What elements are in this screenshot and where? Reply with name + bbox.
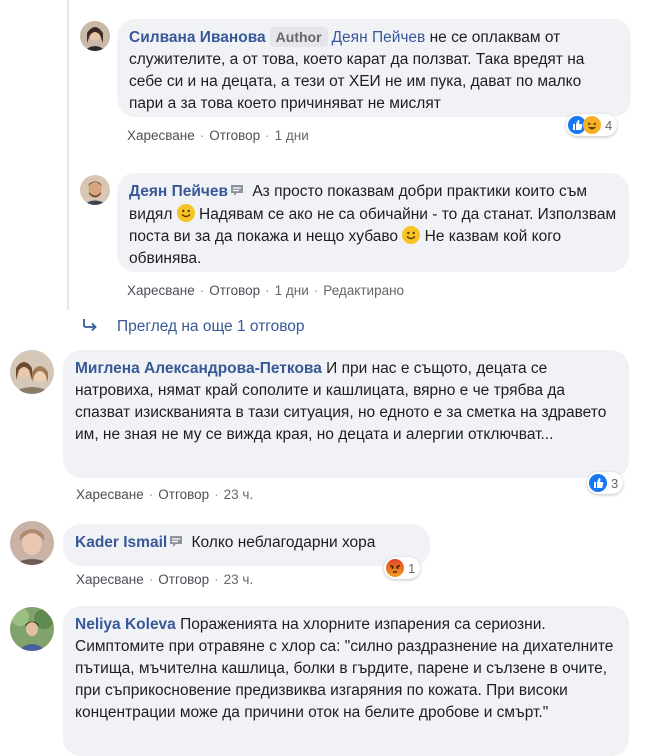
comment-actions: Харесване · Отговор · 23 ч. — [76, 572, 254, 587]
message-icon — [230, 182, 244, 204]
timestamp[interactable]: 1 дни — [275, 128, 309, 143]
reply-arrow-icon — [82, 318, 98, 337]
mention-link[interactable]: Деян Пейчев — [332, 29, 426, 46]
comment-actions: Харесване · Отговор · 23 ч. — [76, 487, 254, 502]
author-badge: Author — [269, 27, 328, 47]
comment-author[interactable]: Миглена Александрова-Петкова — [75, 360, 322, 377]
comment-author[interactable]: Деян Пейчев — [129, 183, 228, 200]
reply-link[interactable]: Отговор — [209, 128, 260, 143]
comment-author[interactable]: Kader Ismail — [75, 534, 167, 551]
angry-icon — [386, 559, 404, 577]
like-link[interactable]: Харесване — [127, 283, 195, 298]
reply-link[interactable]: Отговор — [158, 572, 209, 587]
message-icon — [169, 533, 183, 555]
reply-link[interactable]: Отговор — [158, 487, 209, 502]
avatar[interactable] — [80, 21, 110, 51]
comment-bubble: Kader Ismail Колко неблагодарни хора — [63, 524, 430, 566]
timestamp[interactable]: 23 ч. — [224, 487, 254, 502]
comment-bubble: Силвана Иванова Author Деян Пейчев не се о… — [117, 19, 631, 117]
like-link[interactable]: Харесване — [76, 572, 144, 587]
reaction-count: 3 — [611, 475, 619, 491]
comment-bubble: Деян Пейчев Аз просто показвам добри пра… — [117, 173, 629, 272]
reply-thread-line — [67, 0, 69, 310]
comment-bubble: Neliya Koleva Пораженията на хлорните из… — [63, 606, 629, 756]
reply-link[interactable]: Отговор — [209, 283, 260, 298]
view-more-replies-link[interactable]: Преглед на още 1 отговор — [117, 318, 305, 336]
comment-text: Колко неблагодарни хора — [187, 534, 376, 551]
reaction-count: 1 — [408, 560, 416, 576]
reactions-summary[interactable]: 1 — [384, 557, 421, 579]
comment-bubble: Миглена Александрова-Петкова И при нас е… — [63, 350, 629, 478]
like-icon — [589, 474, 607, 492]
comment-author[interactable]: Силвана Иванова — [129, 29, 266, 46]
avatar[interactable] — [10, 607, 54, 651]
like-link[interactable]: Харесване — [127, 128, 195, 143]
haha-icon — [583, 116, 601, 134]
edited-label[interactable]: Редактирано — [323, 283, 404, 298]
avatar[interactable] — [10, 350, 54, 394]
reaction-count: 4 — [605, 117, 613, 133]
like-link[interactable]: Харесване — [76, 487, 144, 502]
reactions-summary[interactable]: 4 — [566, 114, 618, 136]
avatar[interactable] — [10, 521, 54, 565]
smile-emoji-icon — [402, 226, 421, 244]
smile-emoji-icon — [176, 204, 195, 222]
reactions-summary[interactable]: 3 — [587, 472, 624, 494]
avatar[interactable] — [80, 175, 110, 205]
comment-actions: Харесване · Отговор · 1 дни — [127, 128, 309, 143]
comment-author[interactable]: Neliya Koleva — [75, 616, 176, 633]
comment-actions: Харесване · Отговор · 1 дни · Редактирано — [127, 283, 405, 298]
timestamp[interactable]: 23 ч. — [224, 572, 254, 587]
timestamp[interactable]: 1 дни — [275, 283, 309, 298]
